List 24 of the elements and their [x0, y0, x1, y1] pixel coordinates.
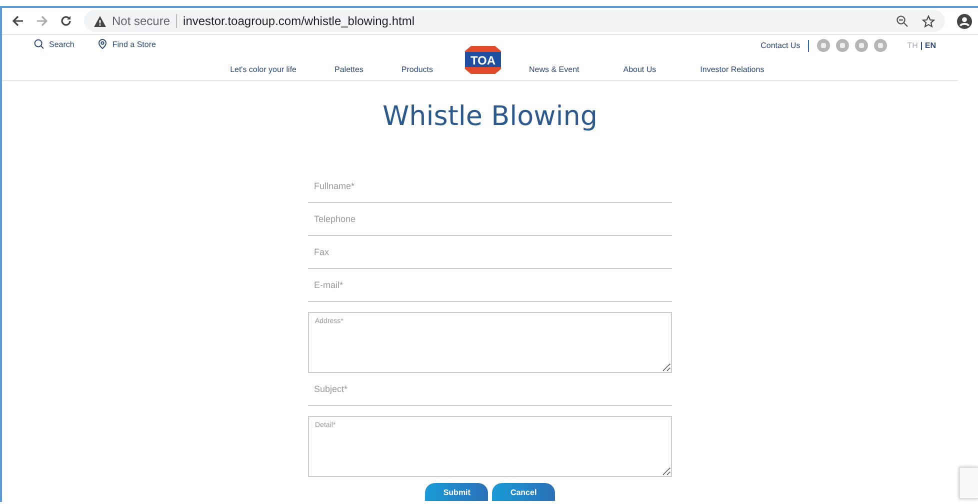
nav-link[interactable]: Let's color your life: [230, 65, 297, 74]
utility-link[interactable]: Find a Store: [112, 40, 156, 48]
page-title: Whistle Blowing: [381, 101, 599, 132]
nav-link[interactable]: News & Event: [529, 65, 580, 74]
back-icon[interactable]: [12, 15, 24, 27]
warning-icon: [94, 16, 106, 26]
search-icon[interactable]: [34, 39, 44, 49]
security-label: Not secure: [112, 14, 170, 28]
utility-link[interactable]: Search: [49, 40, 74, 48]
toa-logo[interactable]: TOA: [465, 46, 501, 74]
submit-button[interactable]: Submit: [425, 483, 488, 501]
account-icon[interactable]: [957, 14, 972, 28]
language-link[interactable]: EN: [924, 41, 936, 50]
star-icon[interactable]: [922, 14, 935, 28]
cancel-button[interactable]: Cancel: [492, 483, 555, 501]
zoom-out-icon[interactable]: [896, 15, 908, 27]
contact-link[interactable]: Contact Us: [760, 41, 800, 50]
nav-link[interactable]: Palettes: [334, 65, 364, 74]
location-pin-icon[interactable]: [98, 39, 108, 49]
url-text[interactable]: investor.toagroup.com/whistle_blowing.html: [183, 14, 414, 28]
reload-icon[interactable]: [60, 15, 72, 27]
nav-link[interactable]: About Us: [623, 65, 656, 74]
nav-link[interactable]: Investor Relations: [700, 65, 764, 74]
nav-link[interactable]: Products: [401, 65, 433, 74]
